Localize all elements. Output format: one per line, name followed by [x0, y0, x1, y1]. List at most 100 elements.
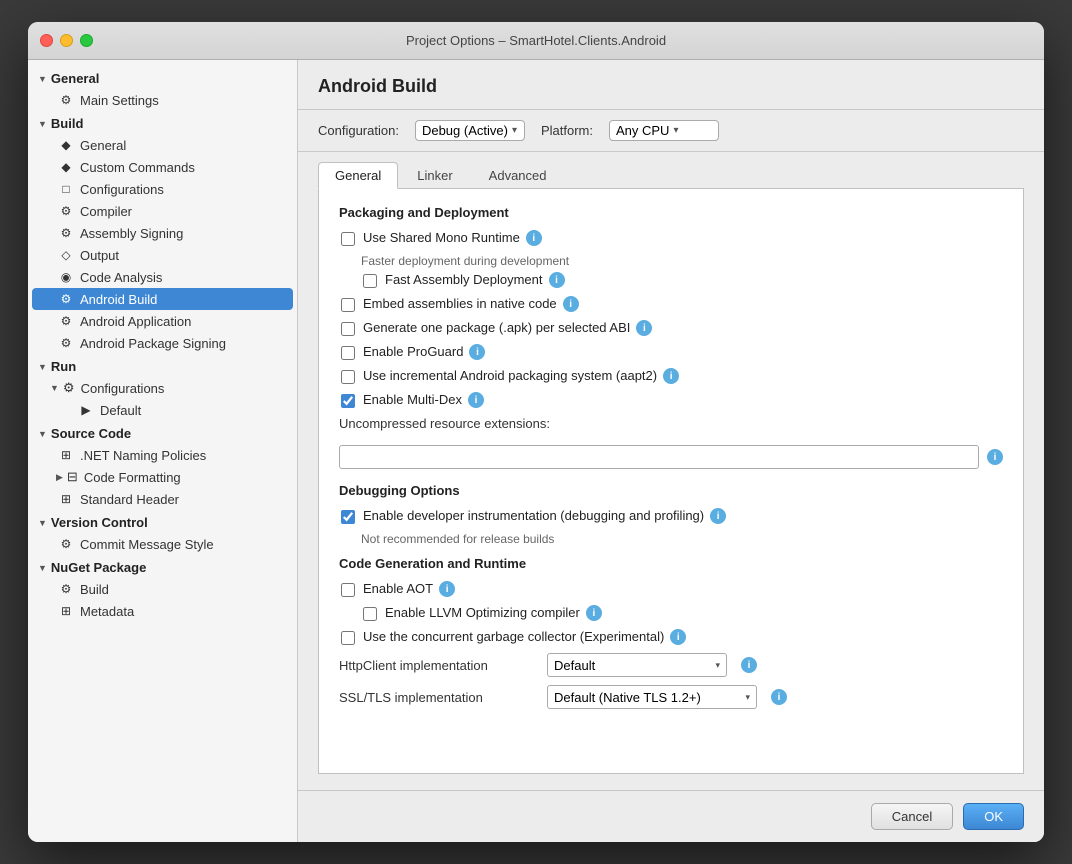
label-enable-llvm: Enable LLVM Optimizing compiler	[385, 605, 580, 620]
sidebar-item-standard-header[interactable]: ⊞ Standard Header	[28, 488, 297, 510]
uncompressed-input[interactable]	[339, 445, 979, 469]
checkbox-use-incremental[interactable]	[341, 370, 355, 384]
sidebar-item-custom-commands[interactable]: ◆ Custom Commands	[28, 156, 297, 178]
label-use-shared-mono: Use Shared Mono Runtime	[363, 230, 520, 245]
sidebar: ▼ General ⚙ Main Settings ▼ Build ◆ Gene…	[28, 60, 298, 842]
minimize-button[interactable]	[60, 34, 73, 47]
maximize-button[interactable]	[80, 34, 93, 47]
sidebar-item-android-build[interactable]: ⚙ Android Build	[32, 288, 293, 310]
checkbox-enable-multidex[interactable]	[341, 394, 355, 408]
sidebar-item-nuget-build[interactable]: ⚙ Build	[28, 578, 297, 600]
option-enable-aot: Enable AOT i	[339, 581, 1003, 597]
info-icon-incremental[interactable]: i	[663, 368, 679, 384]
checkbox-enable-developer[interactable]	[341, 510, 355, 524]
info-icon-httpclient[interactable]: i	[741, 657, 757, 673]
info-icon-generate-package[interactable]: i	[636, 320, 652, 336]
label-concurrent-gc: Use the concurrent garbage collector (Ex…	[363, 629, 664, 644]
checkbox-concurrent-gc[interactable]	[341, 631, 355, 645]
sidebar-group-source-code: ▼ Source Code ⊞ .NET Naming Policies ▶ ⊟…	[28, 423, 297, 510]
info-icon-developer[interactable]: i	[710, 508, 726, 524]
checkbox-fast-assembly[interactable]	[363, 274, 377, 288]
sidebar-item-android-application[interactable]: ⚙ Android Application	[28, 310, 297, 332]
chevron-down-icon-run: ▼	[38, 362, 47, 372]
close-button[interactable]	[40, 34, 53, 47]
ssltls-dropdown[interactable]: Default (Native TLS 1.2+) ▾	[547, 685, 757, 709]
diamond-outline-icon: ◇	[58, 247, 74, 263]
sidebar-item-metadata[interactable]: ⊞ Metadata	[28, 600, 297, 622]
info-icon-llvm[interactable]: i	[586, 605, 602, 621]
info-icon-multidex[interactable]: i	[468, 392, 484, 408]
sidebar-subgroup-header-run-config[interactable]: ▼ ⚙ Configurations	[28, 377, 297, 399]
sidebar-item-label-android-application: Android Application	[80, 314, 191, 329]
main-content: Android Build Configuration: Debug (Acti…	[298, 60, 1044, 842]
chevron-down-icon: ▼	[38, 74, 47, 84]
chevron-down-icon-nuget: ▼	[38, 563, 47, 573]
info-icon-proguard[interactable]: i	[469, 344, 485, 360]
sidebar-item-android-package-signing[interactable]: ⚙ Android Package Signing	[28, 332, 297, 354]
checkbox-enable-llvm[interactable]	[363, 607, 377, 621]
sidebar-item-label-output: Output	[80, 248, 119, 263]
checkbox-generate-one-package[interactable]	[341, 322, 355, 336]
info-icon-concurrent-gc[interactable]: i	[670, 629, 686, 645]
sidebar-item-net-naming[interactable]: ⊞ .NET Naming Policies	[28, 444, 297, 466]
platform-dropdown[interactable]: Any CPU ▾	[609, 120, 719, 141]
checkbox-enable-proguard[interactable]	[341, 346, 355, 360]
sidebar-item-main-settings[interactable]: ⚙ Main Settings	[28, 89, 297, 111]
option-concurrent-gc: Use the concurrent garbage collector (Ex…	[339, 629, 1003, 645]
sidebar-subgroup-header-code-formatting[interactable]: ▶ ⊟ Code Formatting	[28, 466, 297, 488]
info-icon-ssltls[interactable]: i	[771, 689, 787, 705]
sidebar-item-label-default: Default	[100, 403, 141, 418]
sidebar-item-label-configurations: Configurations	[80, 182, 164, 197]
info-icon-embed-assemblies[interactable]: i	[563, 296, 579, 312]
code-generation-section-title: Code Generation and Runtime	[339, 556, 1003, 571]
sidebar-item-default[interactable]: ▶ Default	[28, 399, 297, 421]
info-icon-fast-assembly[interactable]: i	[549, 272, 565, 288]
gear-icon-nuget: ⚙	[58, 581, 74, 597]
ok-button[interactable]: OK	[963, 803, 1024, 830]
sidebar-group-label-source-code: Source Code	[51, 426, 131, 441]
label-enable-proguard: Enable ProGuard	[363, 344, 463, 359]
sidebar-group-label-run: Run	[51, 359, 76, 374]
info-icon-shared-mono[interactable]: i	[526, 230, 542, 246]
checkbox-enable-aot[interactable]	[341, 583, 355, 597]
sidebar-group-run: ▼ Run ▼ ⚙ Configurations ▶ Default	[28, 356, 297, 421]
sidebar-group-header-nuget[interactable]: ▼ NuGet Package	[28, 557, 297, 578]
config-value: Debug (Active)	[422, 123, 508, 138]
configuration-dropdown[interactable]: Debug (Active) ▾	[415, 120, 525, 141]
sublabel-use-shared-mono: Faster deployment during development	[361, 254, 1003, 268]
sidebar-item-output[interactable]: ◇ Output	[28, 244, 297, 266]
checkbox-use-shared-mono[interactable]	[341, 232, 355, 246]
chevron-down-icon-ssl: ▾	[745, 692, 750, 703]
sidebar-item-general-build[interactable]: ◆ General	[28, 134, 297, 156]
circle-icon: ◉	[58, 269, 74, 285]
option-embed-assemblies: Embed assemblies in native code i	[339, 296, 1003, 312]
tab-advanced[interactable]: Advanced	[472, 162, 564, 188]
tab-general-label: General	[335, 168, 381, 183]
sidebar-item-code-analysis[interactable]: ◉ Code Analysis	[28, 266, 297, 288]
diamond-icon-2: ◆	[58, 159, 74, 175]
diamond-icon: ◆	[58, 137, 74, 153]
sidebar-item-compiler[interactable]: ⚙ Compiler	[28, 200, 297, 222]
tab-linker[interactable]: Linker	[400, 162, 469, 188]
label-enable-aot: Enable AOT	[363, 581, 433, 596]
sidebar-item-configurations[interactable]: □ Configurations	[28, 178, 297, 200]
tab-general[interactable]: General	[318, 162, 398, 189]
tab-advanced-label: Advanced	[489, 168, 547, 183]
sidebar-group-header-version-control[interactable]: ▼ Version Control	[28, 512, 297, 533]
sidebar-group-header-general[interactable]: ▼ General	[28, 68, 297, 89]
info-icon-aot[interactable]: i	[439, 581, 455, 597]
grid-icon: ⊞	[58, 447, 74, 463]
sidebar-item-commit-message[interactable]: ⚙ Commit Message Style	[28, 533, 297, 555]
option-enable-developer-instrumentation: Enable developer instrumentation (debugg…	[339, 508, 1003, 524]
httpclient-dropdown[interactable]: Default ▾	[547, 653, 727, 677]
httpclient-row: HttpClient implementation Default ▾ i	[339, 653, 1003, 677]
sidebar-group-header-source-code[interactable]: ▼ Source Code	[28, 423, 297, 444]
cancel-button[interactable]: Cancel	[871, 803, 953, 830]
sidebar-item-assembly-signing[interactable]: ⚙ Assembly Signing	[28, 222, 297, 244]
chevron-down-icon-config: ▾	[512, 125, 517, 136]
sidebar-item-label-general: General	[80, 138, 126, 153]
sidebar-group-header-run[interactable]: ▼ Run	[28, 356, 297, 377]
sidebar-group-header-build[interactable]: ▼ Build	[28, 113, 297, 134]
info-icon-uncompressed[interactable]: i	[987, 449, 1003, 465]
checkbox-embed-assemblies[interactable]	[341, 298, 355, 312]
